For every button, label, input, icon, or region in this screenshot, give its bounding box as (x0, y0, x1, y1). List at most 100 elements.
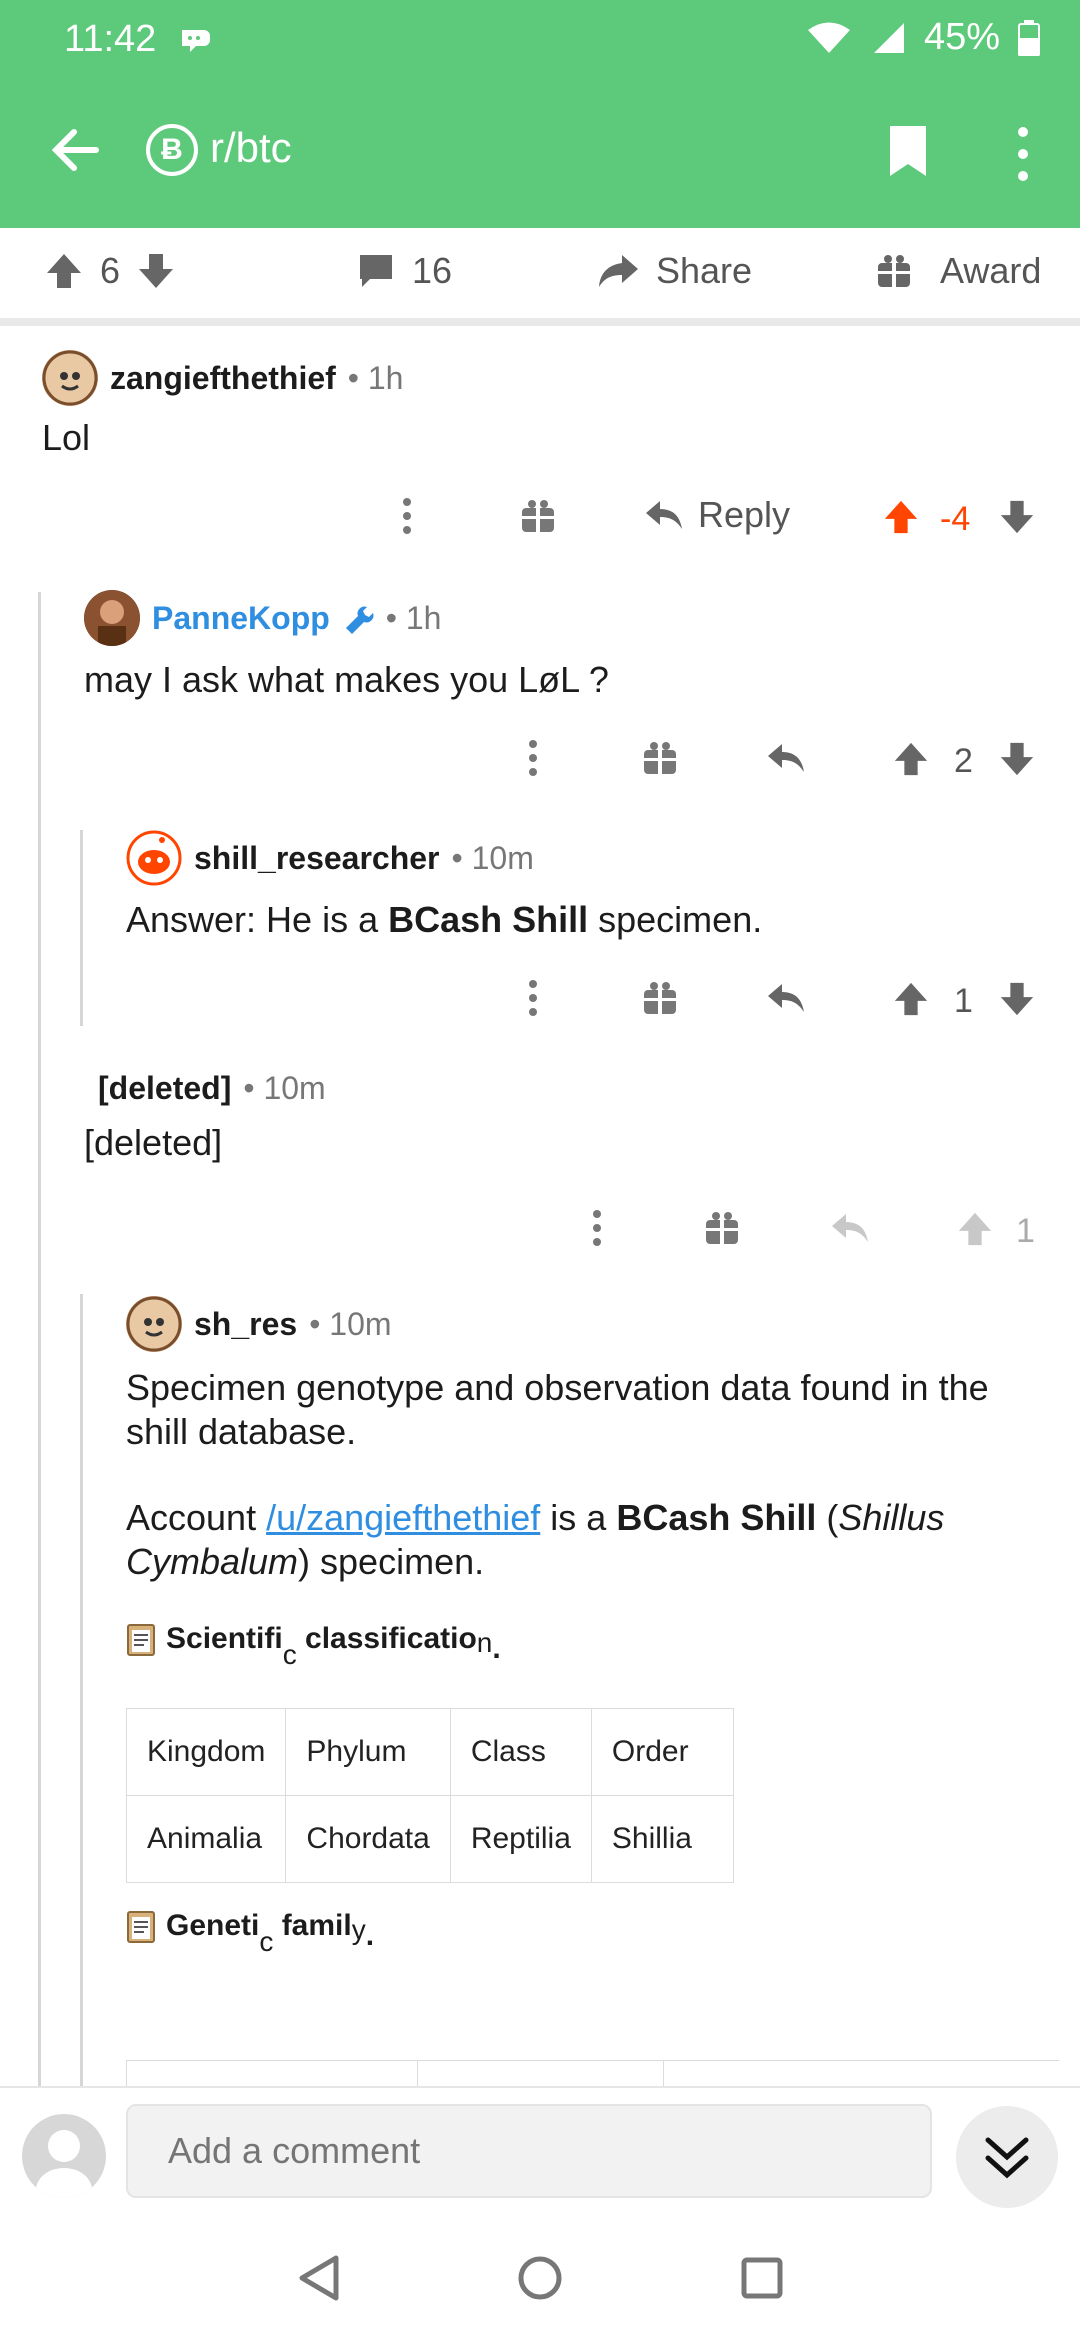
avatar[interactable] (42, 350, 98, 406)
award-icon (878, 255, 910, 287)
comment-composer (0, 2086, 1080, 2218)
wifi-icon (807, 22, 850, 53)
username[interactable]: sh_res (194, 1306, 297, 1343)
classification-heading: Scientific classification. (126, 1622, 1056, 1670)
reply-icon (646, 501, 682, 529)
comment-body: may I ask what makes you LøL ? (84, 659, 609, 700)
comment-deleted: [deleted] • 10m [deleted] (84, 1070, 1064, 1165)
subreddit-name[interactable]: r/btc (210, 124, 292, 172)
genetic-family-heading: Genetic family. (126, 1909, 1056, 1957)
more-options-icon[interactable] (1010, 124, 1036, 184)
comment-score: 1 (954, 982, 973, 1020)
nav-recents-icon[interactable] (740, 2256, 784, 2300)
system-nav-bar (0, 2216, 1080, 2340)
moderator-wrench-icon (345, 606, 374, 634)
comment-count: 16 (412, 250, 453, 291)
add-comment-input[interactable] (126, 2104, 932, 2198)
avatar[interactable] (84, 590, 140, 646)
username[interactable]: shill_researcher (194, 840, 440, 877)
comment-shill-researcher: shill_researcher • 10m Answer: He is a B… (126, 830, 1066, 942)
upvote-icon (958, 1212, 992, 1246)
award-icon[interactable] (642, 980, 678, 1016)
avatar[interactable] (126, 830, 182, 886)
table-header-row: Kingdom Phylum Class Order (125, 1708, 734, 1796)
comment-score: 2 (954, 742, 973, 780)
comment-age: • 1h (347, 359, 404, 396)
comment-age: • 10m (243, 1070, 326, 1106)
post-score: 6 (100, 250, 121, 291)
bookmark-icon[interactable] (888, 124, 928, 178)
comment-paragraph-1: Specimen genotype and observation data f… (126, 1367, 989, 1452)
upvote-icon[interactable] (882, 498, 920, 536)
nav-home-icon[interactable] (516, 2254, 564, 2302)
vote-group: 6 (44, 250, 176, 292)
share-button[interactable]: Share (596, 250, 752, 292)
comment-actions: 1 (0, 1206, 1080, 1256)
collapse-button[interactable] (956, 2106, 1058, 2208)
reply-icon (832, 1214, 868, 1242)
comment-score: 1 (1016, 1212, 1035, 1250)
table-cell: Kingdom (125, 1708, 287, 1796)
comments-button[interactable]: 16 (356, 250, 452, 292)
back-arrow-icon[interactable] (44, 120, 104, 180)
table-cell: Phylum (285, 1708, 451, 1796)
thread-line (80, 1294, 83, 2094)
upvote-icon[interactable] (44, 251, 84, 291)
username: [deleted] (98, 1070, 232, 1106)
genetic-family-table (126, 2060, 1059, 2087)
table-row: Animalia Chordata Reptilia Shillia (125, 1795, 734, 1883)
status-right: 45% (806, 16, 1040, 59)
username[interactable]: zangiefthethief (110, 360, 336, 397)
more-options-icon[interactable] (400, 496, 414, 536)
downvote-icon[interactable] (998, 498, 1036, 536)
comment-age: • 10m (309, 1305, 392, 1342)
reply-icon[interactable] (766, 740, 806, 776)
comment-actions: 2 (0, 736, 1080, 786)
downvote-icon[interactable] (998, 740, 1036, 778)
table-cell: Shillia (590, 1795, 734, 1883)
username[interactable]: PanneKopp (152, 600, 330, 637)
table-cell: Order (590, 1708, 734, 1796)
notification-icon (178, 22, 218, 65)
nav-back-icon[interactable] (298, 2254, 340, 2302)
status-bar: 11:42 45% (0, 0, 1080, 80)
user-link[interactable]: /u/zangiefthethief (266, 1497, 540, 1538)
comment-actions: 1 (0, 976, 1080, 1026)
comment-pannekopp: PanneKopp • 1h may I ask what makes you … (84, 590, 1064, 702)
more-options-icon[interactable] (590, 1208, 604, 1248)
comment-score: -4 (940, 500, 971, 538)
more-options-icon[interactable] (526, 978, 540, 1018)
downvote-icon[interactable] (136, 251, 176, 291)
award-icon[interactable] (642, 740, 678, 776)
double-chevron-down-icon (985, 2137, 1029, 2179)
upvote-icon[interactable] (892, 740, 930, 778)
reply-label: Reply (698, 494, 791, 535)
signal-icon (873, 22, 904, 53)
thread-line (38, 592, 41, 2092)
share-icon (599, 255, 638, 287)
comment-actions: Reply -4 (0, 494, 1080, 544)
app-bar: Ƀ r/btc (0, 80, 1080, 228)
clipboard-icon (127, 1624, 155, 1656)
post-action-bar: 6 16 Share Award (0, 228, 1080, 326)
award-label: Award (940, 250, 1042, 291)
comment-age: • 1h (385, 599, 442, 636)
avatar[interactable] (126, 1296, 182, 1352)
downvote-icon[interactable] (998, 980, 1036, 1018)
clipboard-icon (127, 1911, 155, 1943)
award-icon[interactable] (520, 498, 556, 534)
table-cell: Animalia (125, 1795, 287, 1883)
reply-button[interactable]: Reply (644, 494, 790, 536)
user-avatar[interactable] (22, 2114, 106, 2198)
upvote-icon[interactable] (892, 980, 930, 1018)
battery-icon (1018, 19, 1040, 56)
award-icon[interactable] (704, 1210, 740, 1246)
comment-age: • 10m (451, 839, 534, 876)
award-button[interactable]: Award (876, 250, 1041, 292)
reply-icon[interactable] (766, 980, 806, 1016)
comment-icon (360, 255, 392, 287)
more-options-icon[interactable] (526, 738, 540, 778)
comment-body: Answer: He is a BCash Shill specimen. (126, 899, 763, 940)
share-label: Share (656, 250, 753, 291)
comment-paragraph-2: Account /u/zangiefthethief is a BCash Sh… (126, 1497, 945, 1582)
